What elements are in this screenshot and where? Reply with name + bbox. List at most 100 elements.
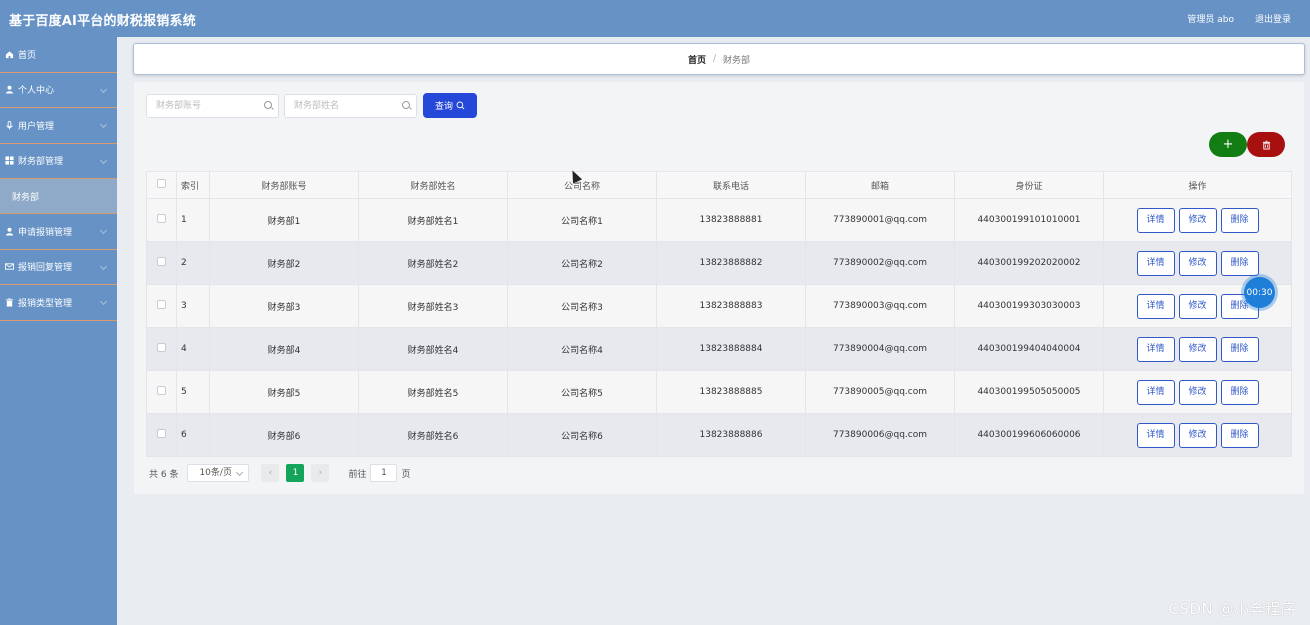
detail-button[interactable]: 详情 <box>1136 379 1175 405</box>
goto-page-input[interactable]: 1 <box>370 464 398 482</box>
edit-button[interactable]: 修改 <box>1178 379 1217 405</box>
row-select-cell[interactable] <box>146 413 177 457</box>
select-all-cell[interactable] <box>146 171 177 199</box>
cell-id-card: 440300199606060006 <box>954 413 1104 457</box>
column-header-name: 财务部姓名 <box>358 171 508 199</box>
watermark: CSDN @小奔程序 <box>1168 600 1296 618</box>
cell-name: 财务部姓名6 <box>358 413 508 457</box>
sidebar-item-reimbursement-type[interactable]: 报销类型管理 <box>0 285 117 321</box>
row-select-cell[interactable] <box>146 241 177 285</box>
search-icon <box>456 101 465 110</box>
row-checkbox[interactable] <box>157 429 166 438</box>
logout-link[interactable]: 退出登录 <box>1255 12 1291 25</box>
detail-button[interactable]: 详情 <box>1136 207 1175 233</box>
search-button-label: 查询 <box>434 102 453 112</box>
delete-button[interactable]: 删除 <box>1220 379 1259 405</box>
user-icon <box>4 226 14 236</box>
batch-delete-button[interactable] <box>1247 132 1285 157</box>
delete-button[interactable]: 删除 <box>1220 336 1259 362</box>
name-search-input[interactable]: 财务部姓名 <box>284 94 417 118</box>
search-button[interactable]: 查询 <box>423 93 477 118</box>
edit-button[interactable]: 修改 <box>1178 336 1217 362</box>
main-panel: 财务部账号 财务部姓名 查询 + 索引 财务部账号 财务部姓名 公司名称 联系电… <box>134 82 1304 494</box>
sidebar-item-label: 申请报销管理 <box>18 227 73 238</box>
cell-id-card: 440300199101010001 <box>954 198 1104 242</box>
table-row: 2 财务部2 财务部姓名2 公司名称2 13823888882 773890002@qq.… <box>146 241 1292 285</box>
trash-icon <box>4 297 14 307</box>
cell-phone: 13823888886 <box>656 413 806 457</box>
edit-button[interactable]: 修改 <box>1178 422 1217 448</box>
column-header-id-card: 身份证 <box>954 171 1104 199</box>
sidebar-item-reimbursement-application[interactable]: 申请报销管理 <box>0 214 117 250</box>
cell-email: 773890005@qq.com <box>805 370 955 414</box>
page-1-button[interactable]: 1 <box>286 464 305 482</box>
cell-name: 财务部姓名1 <box>358 198 508 242</box>
cell-email: 773890006@qq.com <box>805 413 955 457</box>
timer-badge: 00:30 <box>1244 277 1275 308</box>
chevron-down-icon <box>99 156 108 164</box>
search-icon <box>264 101 272 109</box>
cell-company: 公司名称6 <box>507 413 657 457</box>
add-button[interactable]: + <box>1209 132 1247 157</box>
delete-button[interactable]: 删除 <box>1220 422 1259 448</box>
table-row: 4 财务部4 财务部姓名4 公司名称4 13823888884 773890004@qq.… <box>146 327 1292 371</box>
home-icon <box>4 49 14 59</box>
sidebar-item-reimbursement-reply[interactable]: 报销回复管理 <box>0 250 117 285</box>
sidebar-item-user-management[interactable]: 用户管理 <box>0 108 117 144</box>
sidebar-item-label: 首页 <box>18 50 37 61</box>
row-checkbox[interactable] <box>157 257 166 266</box>
user-icon <box>4 85 14 95</box>
row-checkbox[interactable] <box>157 300 166 309</box>
row-select-cell[interactable] <box>146 370 177 414</box>
next-page-button[interactable]: › <box>311 464 330 482</box>
breadcrumb-home[interactable]: 首页 <box>688 53 706 66</box>
cell-account: 财务部3 <box>209 284 359 328</box>
cell-email: 773890002@qq.com <box>805 241 955 285</box>
cell-index: 1 <box>176 198 210 242</box>
select-all-checkbox[interactable] <box>157 179 166 188</box>
sidebar-subitem-finance[interactable]: 财务部 <box>0 179 117 214</box>
prev-page-button[interactable]: ‹ <box>261 464 280 482</box>
delete-button[interactable]: 删除 <box>1220 207 1259 233</box>
row-checkbox[interactable] <box>157 214 166 223</box>
row-select-cell[interactable] <box>146 284 177 328</box>
column-header-company: 公司名称 <box>507 171 657 199</box>
sidebar-item-label: 报销类型管理 <box>18 298 73 309</box>
table-header-row: 索引 财务部账号 财务部姓名 公司名称 联系电话 邮箱 身份证 操作 <box>146 171 1292 199</box>
name-search-placeholder: 财务部姓名 <box>294 101 340 111</box>
sidebar-item-personal-center[interactable]: 个人中心 <box>0 73 117 108</box>
cell-index: 5 <box>176 370 210 414</box>
search-icon <box>402 101 410 109</box>
edit-button[interactable]: 修改 <box>1178 207 1217 233</box>
edit-button[interactable]: 修改 <box>1178 293 1217 319</box>
page-size-select[interactable]: 10条/页 <box>187 464 250 482</box>
detail-button[interactable]: 详情 <box>1136 422 1175 448</box>
row-select-cell[interactable] <box>146 198 177 242</box>
cell-index: 6 <box>176 413 210 457</box>
table-row: 6 财务部6 财务部姓名6 公司名称6 13823888886 773890006@qq.… <box>146 413 1292 457</box>
chevron-down-icon <box>99 297 108 306</box>
row-checkbox[interactable] <box>157 386 166 395</box>
sidebar-item-finance-management[interactable]: 财务部管理 <box>0 144 117 179</box>
finance-table: 索引 财务部账号 财务部姓名 公司名称 联系电话 邮箱 身份证 操作 1 财务部1… <box>146 171 1292 457</box>
account-search-input[interactable]: 财务部账号 <box>146 94 279 118</box>
sidebar-item-home[interactable]: 首页 <box>0 37 117 73</box>
cell-id-card: 440300199202020002 <box>954 241 1104 285</box>
cell-email: 773890004@qq.com <box>805 327 955 371</box>
edit-button[interactable]: 修改 <box>1178 250 1217 276</box>
detail-button[interactable]: 详情 <box>1136 336 1175 362</box>
total-count: 共 6 条 <box>149 469 179 480</box>
cell-phone: 13823888884 <box>656 327 806 371</box>
detail-button[interactable]: 详情 <box>1136 250 1175 276</box>
chevron-down-icon <box>99 226 108 235</box>
cell-phone: 13823888881 <box>656 198 806 242</box>
delete-button[interactable]: 删除 <box>1220 250 1259 276</box>
row-checkbox[interactable] <box>157 343 166 352</box>
row-select-cell[interactable] <box>146 327 177 371</box>
table-row: 5 财务部5 财务部姓名5 公司名称5 13823888885 773890005@qq.… <box>146 370 1292 414</box>
breadcrumb-separator: / <box>712 54 717 64</box>
cell-id-card: 440300199303030003 <box>954 284 1104 328</box>
cell-name: 财务部姓名3 <box>358 284 508 328</box>
sidebar-item-label: 报销回复管理 <box>18 263 73 274</box>
detail-button[interactable]: 详情 <box>1136 293 1175 319</box>
